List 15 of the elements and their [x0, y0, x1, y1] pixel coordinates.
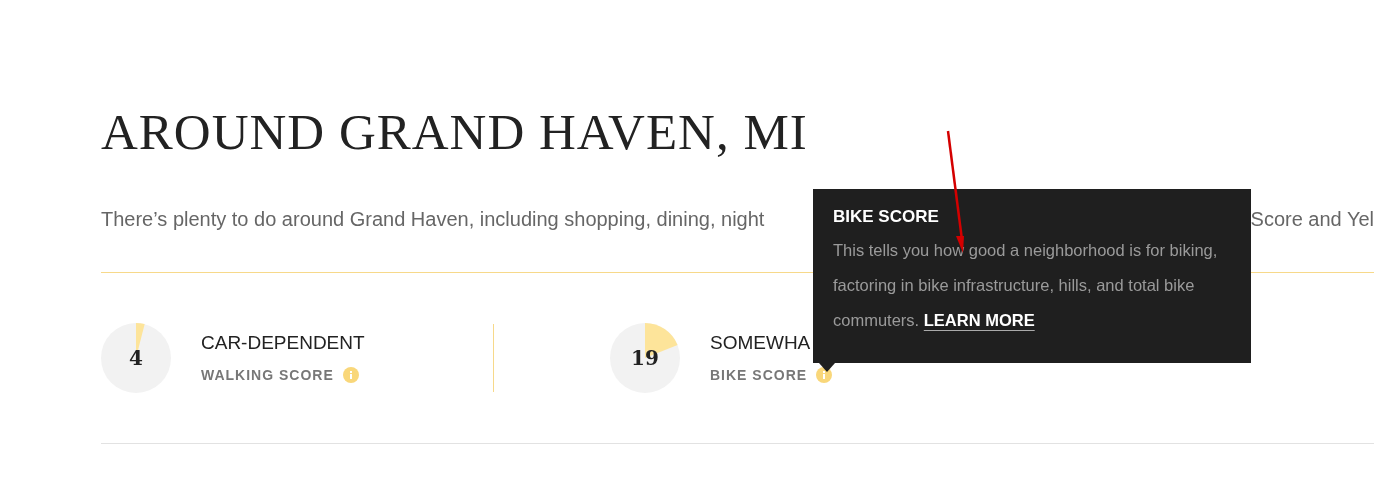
learn-more-link[interactable]: LEARN MORE [923, 311, 1035, 329]
tooltip-title: BIKE SCORE [833, 206, 940, 228]
score-value: 4 [129, 345, 143, 372]
score-pie [101, 323, 171, 393]
page-heading: AROUND GRAND HAVEN, MI [101, 104, 809, 160]
intro-text: There’s plenty to do around Grand Haven, including shopping, dining, night [101, 207, 765, 232]
score-value: 19 [631, 345, 659, 372]
score-label: BIKE SCORE [710, 365, 808, 385]
score-rating: CAR-DEPENDENT [201, 330, 365, 355]
score-label: WALKING SCORE [201, 365, 334, 385]
score-pie [610, 323, 680, 393]
intro-text: Score and Yel [1250, 207, 1374, 232]
tooltip-text: This tells you how good a neighborhood is for biking, factoring in bike infrastructure, hills, and total bike commuters. LEARN MORE [833, 240, 1219, 331]
info-icon[interactable] [816, 367, 833, 383]
score-rating: SOMEWHA [710, 330, 812, 355]
